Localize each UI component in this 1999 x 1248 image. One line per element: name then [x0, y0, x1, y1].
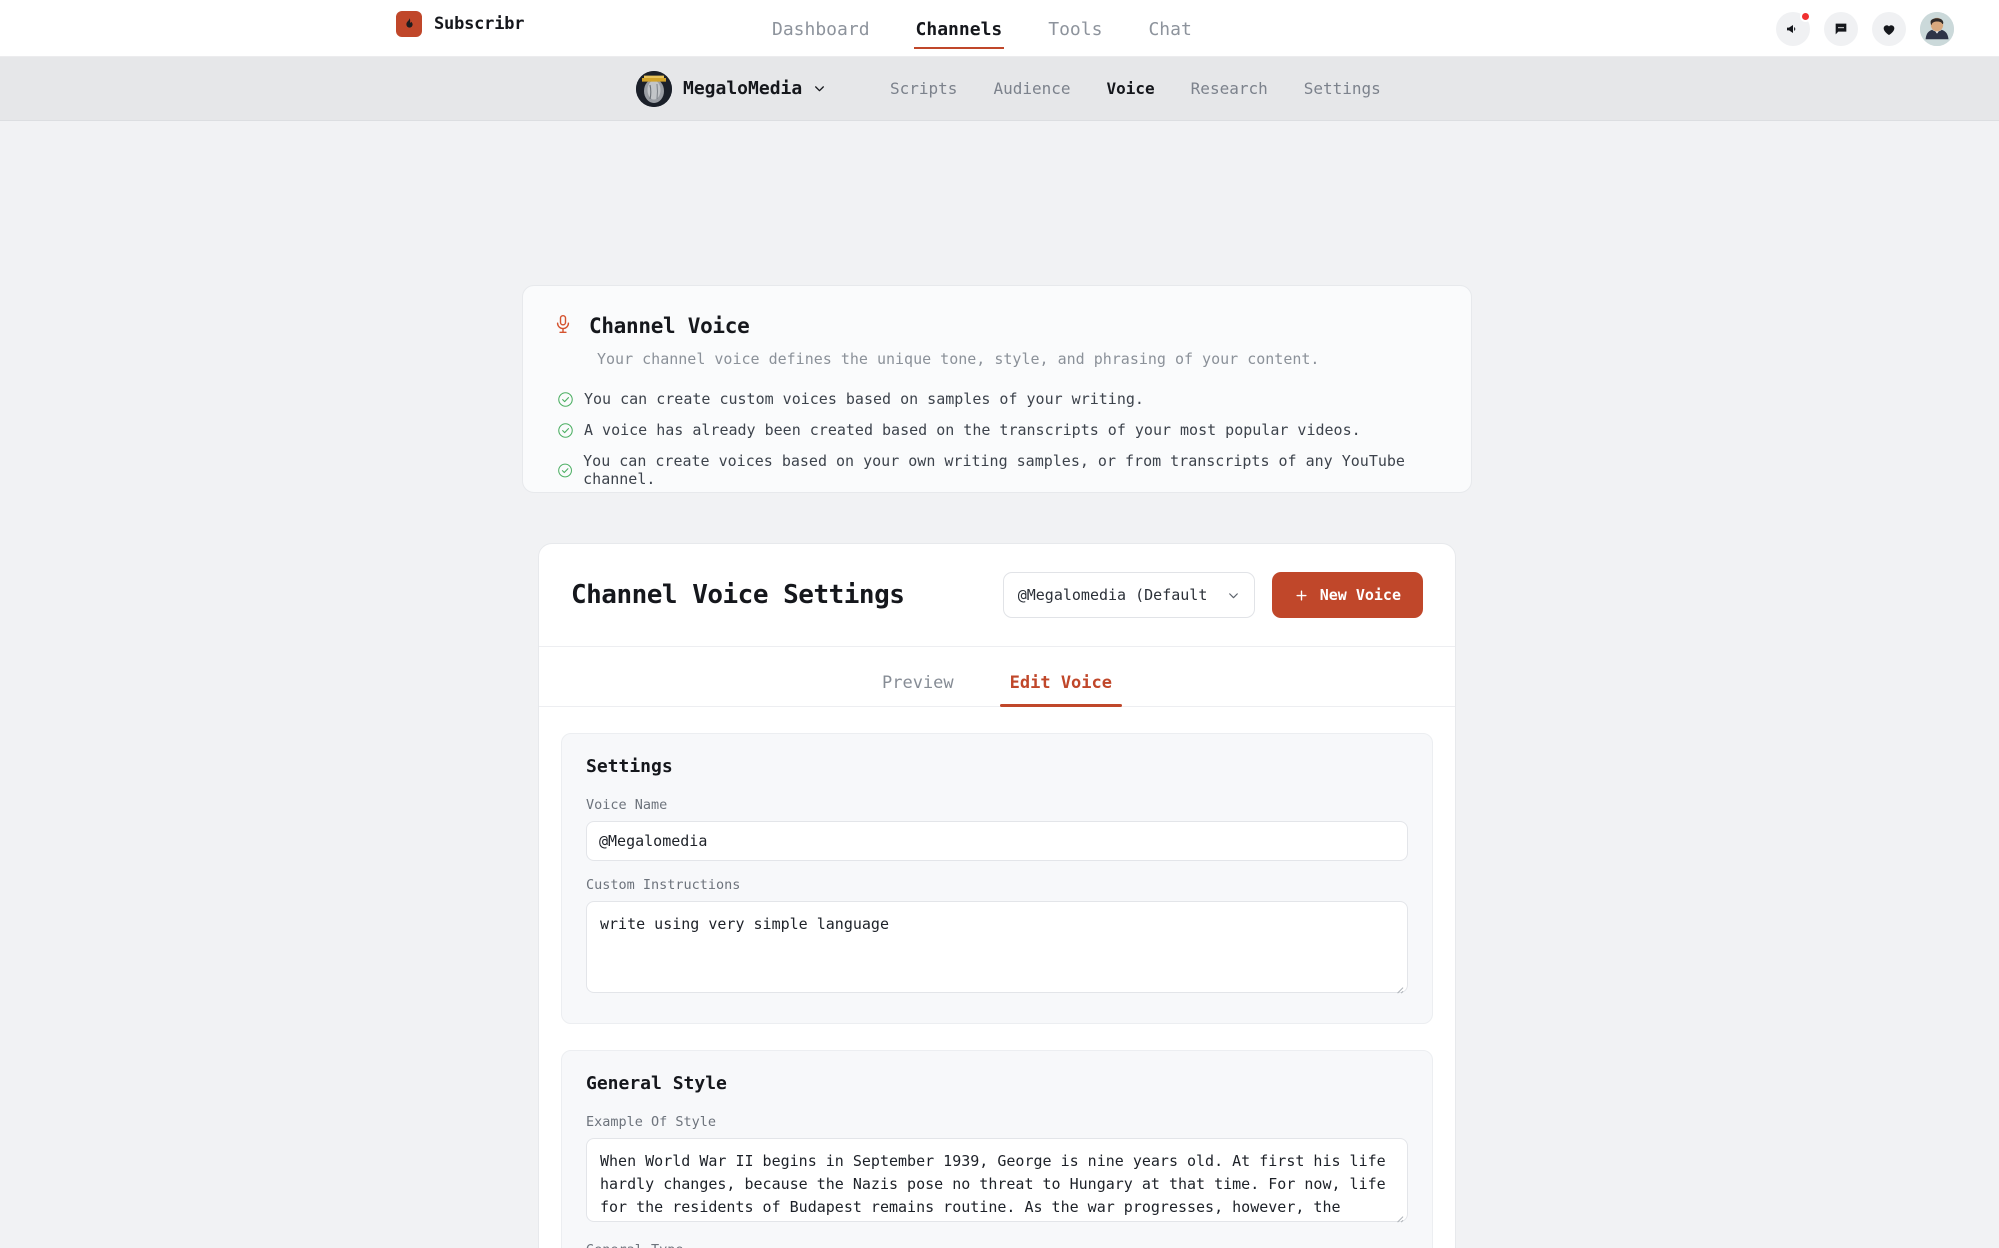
channel-tab-voice[interactable]: Voice: [1107, 79, 1155, 98]
general-type-field-group: General Type: [586, 1242, 1408, 1248]
top-navigation-bar: Subscribr Dashboard Channels Tools Chat: [0, 0, 1999, 57]
header-actions: @Megalomedia (Default New Voice: [1002, 572, 1423, 618]
list-item: A voice has already been created based o…: [557, 421, 1441, 439]
main-nav-links: Dashboard Channels Tools Chat: [770, 0, 1194, 57]
microphone-icon: [556, 314, 570, 334]
brand-name: Subscribr: [434, 14, 525, 34]
channel-switcher[interactable]: MegaloMedia: [636, 70, 826, 107]
voice-name-field-group: Voice Name: [586, 797, 1408, 861]
tab-edit-voice[interactable]: Edit Voice: [999, 673, 1123, 707]
flame-icon: [396, 11, 422, 37]
channel-tab-scripts[interactable]: Scripts: [890, 79, 957, 98]
general-style-section-title: General Style: [586, 1073, 727, 1094]
check-circle-icon: [558, 422, 573, 438]
example-of-style-field-group: Example Of Style: [586, 1114, 1408, 1226]
custom-instructions-field-group: Custom Instructions: [586, 877, 1408, 997]
voice-tabs: Preview Edit Voice: [539, 647, 1455, 707]
settings-section-title: Settings: [586, 756, 673, 777]
new-voice-button[interactable]: New Voice: [1271, 572, 1423, 618]
chat-bubble-icon: [1835, 23, 1847, 34]
settings-card-header: Channel Voice Settings @Megalomedia (Def…: [539, 544, 1455, 647]
list-item-label: A voice has already been created based o…: [584, 421, 1361, 439]
channel-avatar: [636, 70, 672, 107]
info-card-subtitle: Your channel voice defines the unique to…: [597, 350, 1320, 368]
info-bullet-list: You can create custom voices based on sa…: [557, 390, 1441, 488]
info-card-title: Channel Voice: [589, 314, 750, 338]
list-item: You can create voices based on your own …: [557, 452, 1441, 488]
channel-avatar-image: [636, 70, 672, 107]
info-card-header: Channel Voice: [553, 312, 1441, 338]
chevron-down-icon: [1228, 592, 1238, 598]
channel-voice-settings-card: Channel Voice Settings @Megalomedia (Def…: [538, 543, 1456, 1248]
check-circle-icon: [558, 391, 573, 407]
custom-instructions-textarea[interactable]: [586, 901, 1408, 993]
heart-icon: [1883, 24, 1895, 35]
nav-link-dashboard[interactable]: Dashboard: [770, 3, 872, 55]
messages-button[interactable]: [1824, 11, 1858, 46]
custom-instructions-label: Custom Instructions: [586, 877, 741, 893]
user-avatar-image: [1920, 11, 1954, 46]
voice-name-label: Voice Name: [586, 797, 668, 813]
list-item: You can create custom voices based on sa…: [557, 390, 1441, 408]
list-item-label: You can create voices based on your own …: [583, 452, 1405, 488]
channel-voice-info-card: Channel Voice Your channel voice defines…: [522, 285, 1472, 493]
nav-link-tools[interactable]: Tools: [1046, 3, 1104, 55]
list-item-label: You can create custom voices based on sa…: [584, 390, 1144, 408]
voice-select-value: @Megalomedia (Default: [1017, 586, 1208, 604]
settings-section: Settings Voice Name Custom Instructions: [561, 733, 1433, 1024]
notification-badge: [1800, 10, 1811, 22]
megaphone-button[interactable]: [1776, 10, 1811, 46]
general-type-label: General Type: [586, 1242, 1408, 1248]
voice-name-input[interactable]: [586, 821, 1408, 861]
favorites-button[interactable]: [1872, 11, 1906, 46]
check-circle-icon: [558, 463, 572, 477]
new-voice-label: New Voice: [1319, 586, 1401, 604]
channel-tab-research[interactable]: Research: [1191, 79, 1268, 98]
channel-tabs: Scripts Audience Voice Research Settings: [890, 79, 1381, 98]
avatar[interactable]: [1920, 11, 1954, 46]
brand[interactable]: Subscribr: [396, 11, 525, 37]
general-style-section: General Style Example Of Style General T…: [561, 1050, 1433, 1248]
nav-link-chat[interactable]: Chat: [1146, 3, 1193, 55]
megaphone-icon: [1787, 24, 1796, 33]
channel-tab-settings[interactable]: Settings: [1304, 79, 1381, 98]
plus-icon: [1296, 589, 1307, 601]
example-of-style-textarea[interactable]: [586, 1138, 1408, 1222]
nav-link-channels[interactable]: Channels: [913, 3, 1005, 55]
tab-preview[interactable]: Preview: [872, 673, 964, 706]
chevron-down-icon: [815, 86, 825, 92]
example-of-style-label: Example Of Style: [586, 1114, 717, 1130]
channel-tab-audience[interactable]: Audience: [993, 79, 1070, 98]
voice-select[interactable]: @Megalomedia (Default: [1002, 572, 1255, 618]
channel-name: MegaloMedia: [683, 78, 803, 99]
page-title: Channel Voice Settings: [571, 580, 905, 610]
channel-subnav: MegaloMedia Scripts Audience Voice Resea…: [0, 57, 1999, 121]
nav-actions: [1776, 0, 1954, 57]
